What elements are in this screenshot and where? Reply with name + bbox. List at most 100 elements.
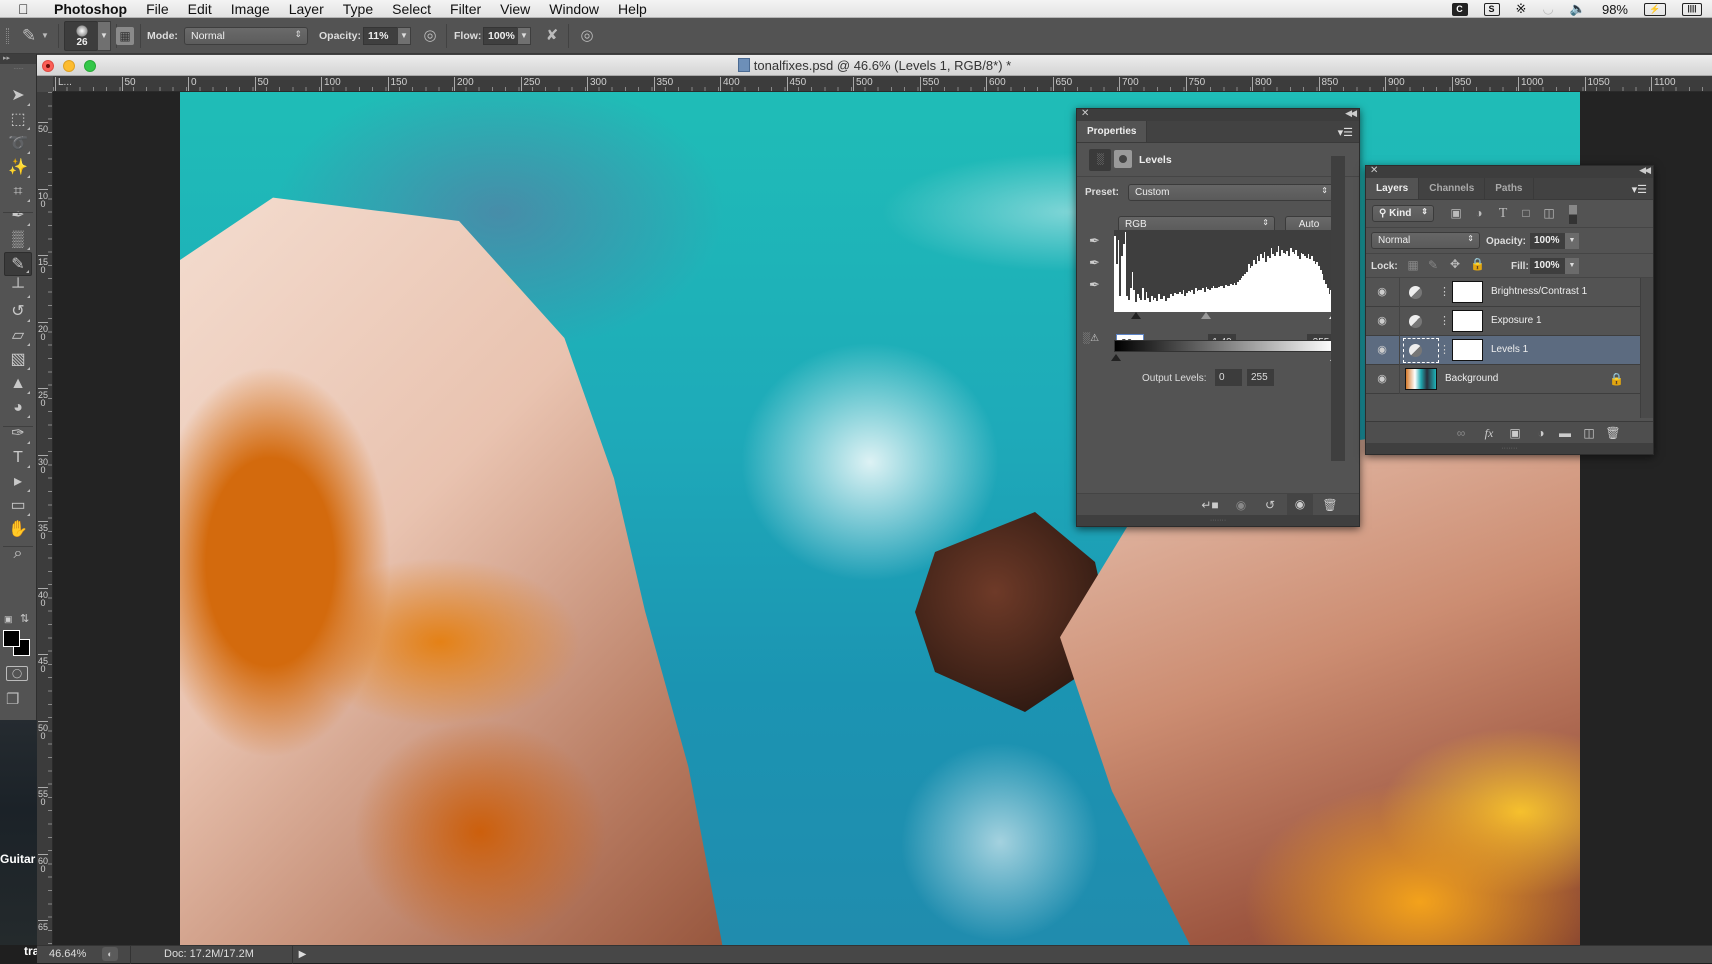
black-point-eyedropper-icon[interactable]: ✒ xyxy=(1089,233,1105,251)
layer-row-brightness-contrast[interactable]: ◉ ⋮ Brightness/Contrast 1 xyxy=(1366,278,1640,307)
menu-view[interactable]: View xyxy=(500,1,530,17)
link-chain-icon[interactable]: ⋮ xyxy=(1439,285,1450,298)
document-title-bar[interactable]: tonalfixes.psd @ 46.6% (Levels 1, RGB/8*… xyxy=(37,54,1712,76)
lock-all-icon[interactable]: 🔒 xyxy=(1470,257,1485,273)
pressure-opacity-icon[interactable]: ◎ xyxy=(421,27,439,45)
rectangle-tool[interactable]: ▭ xyxy=(4,494,32,518)
layer-name[interactable]: Brightness/Contrast 1 xyxy=(1491,286,1587,297)
tool-preset-dropdown-icon[interactable]: ▼ xyxy=(40,27,50,45)
preset-select[interactable]: Custom ⇕ xyxy=(1128,184,1334,201)
tab-layers[interactable]: Layers xyxy=(1366,178,1420,199)
window-close-button[interactable] xyxy=(42,60,54,72)
adjustment-layer-icon[interactable] xyxy=(1409,315,1422,328)
clone-stamp-tool[interactable]: ┴ xyxy=(4,276,32,300)
collapse-icon[interactable]: ◀◀ xyxy=(1639,165,1651,176)
input-levels-slider[interactable] xyxy=(1114,312,1339,320)
ruler-origin[interactable] xyxy=(37,76,53,92)
panel-header[interactable]: ✕ ◀◀ xyxy=(1077,108,1359,121)
flow-field[interactable]: 100% xyxy=(483,27,519,45)
layer-mask-thumbnail[interactable] xyxy=(1452,310,1483,332)
output-black-field[interactable]: 0 xyxy=(1215,369,1242,386)
magic-wand-tool[interactable]: ✨ xyxy=(4,156,32,180)
layer-name[interactable]: Levels 1 xyxy=(1491,344,1528,355)
eraser-tool[interactable]: ▱ xyxy=(4,324,32,348)
opacity-field[interactable]: 11% xyxy=(363,27,399,45)
history-brush-tool[interactable]: ↺ xyxy=(4,300,32,324)
layer-fill-field[interactable]: 100% xyxy=(1530,258,1566,274)
path-selection-tool[interactable]: ▸ xyxy=(4,470,32,494)
delete-layer-icon[interactable]: 🗑 xyxy=(1604,425,1622,441)
tools-panel-grip[interactable]: ······ xyxy=(0,64,36,74)
layer-row-exposure[interactable]: ◉ ⋮ Exposure 1 xyxy=(1366,307,1640,336)
tab-channels[interactable]: Channels xyxy=(1419,178,1486,199)
visibility-eye-icon[interactable]: ◉ xyxy=(1374,373,1390,385)
filter-smart-object-icon[interactable]: ◫ xyxy=(1542,206,1556,222)
toggle-visibility-icon[interactable]: ◉ xyxy=(1287,494,1313,515)
layer-name[interactable]: Exposure 1 xyxy=(1491,315,1542,326)
input-black-slider[interactable] xyxy=(1131,312,1142,319)
layer-mask-icon[interactable] xyxy=(1114,150,1132,168)
shield-s-icon[interactable]: S xyxy=(1483,2,1500,16)
new-group-folder-icon[interactable]: ▬ xyxy=(1556,425,1574,441)
share-image-icon[interactable]: ◐ xyxy=(102,947,118,961)
panel-resize-grip[interactable]: ······· xyxy=(1366,443,1653,454)
options-bar-grip[interactable] xyxy=(6,28,9,44)
volume-icon[interactable]: 🔈 xyxy=(1570,1,1586,17)
battery-icon[interactable]: |||| xyxy=(1682,2,1702,16)
blend-mode-select[interactable]: Normal ⇕ xyxy=(1371,232,1480,249)
menu-help[interactable]: Help xyxy=(618,1,647,17)
brush-icon[interactable]: ✎ xyxy=(20,27,38,45)
wifi-icon[interactable]: ◡ xyxy=(1542,1,1553,17)
menu-window[interactable]: Window xyxy=(549,1,599,17)
brush-tool[interactable]: ✎ xyxy=(4,252,32,276)
window-zoom-button[interactable] xyxy=(84,60,96,72)
bluetooth-icon[interactable]: ※ xyxy=(1516,1,1527,17)
visibility-eye-icon[interactable]: ◉ xyxy=(1374,315,1390,327)
tools-collapse-icon[interactable]: ▸▸ xyxy=(0,54,36,64)
adjustment-layer-icon[interactable] xyxy=(1409,286,1422,299)
layer-name[interactable]: Background xyxy=(1445,373,1498,384)
panel-resize-grip[interactable]: ······· xyxy=(1077,515,1359,526)
apple-icon[interactable]:  xyxy=(18,1,36,17)
screen-mode-icon[interactable]: ❐ xyxy=(6,690,30,708)
output-black-slider[interactable] xyxy=(1111,354,1121,361)
link-layers-icon[interactable]: ∞ xyxy=(1452,425,1470,441)
tab-paths[interactable]: Paths xyxy=(1485,178,1534,199)
layer-style-fx-icon[interactable]: fx xyxy=(1480,425,1498,441)
view-previous-state-icon[interactable]: ◉ xyxy=(1232,497,1250,513)
swap-colors-icon[interactable]: ⇅ xyxy=(20,612,29,625)
levels-adjustment-icon[interactable]: ░ xyxy=(1089,149,1111,171)
brush-preset-dropdown[interactable]: ▼ xyxy=(97,21,111,51)
blur-tool[interactable]: ▲ xyxy=(4,372,32,396)
spot-healing-tool[interactable]: ▒ xyxy=(4,228,32,252)
opacity-dropdown[interactable]: ▼ xyxy=(397,27,411,45)
layer-mask-thumbnail[interactable] xyxy=(1452,339,1483,361)
dodge-tool[interactable]: ◕ xyxy=(4,396,32,420)
menu-app-photoshop[interactable]: Photoshop xyxy=(54,1,127,17)
filter-toggle-switch[interactable] xyxy=(1569,205,1577,224)
crop-tool[interactable]: ⌗ xyxy=(4,180,32,204)
menu-type[interactable]: Type xyxy=(343,1,373,17)
panel-header[interactable]: ✕ ◀◀ xyxy=(1366,165,1653,178)
delete-adjustment-icon[interactable]: 🗑 xyxy=(1321,497,1339,513)
visibility-eye-icon[interactable]: ◉ xyxy=(1374,344,1390,356)
menu-image[interactable]: Image xyxy=(231,1,270,17)
pressure-size-icon[interactable]: ◎ xyxy=(578,27,596,45)
filter-type-icon[interactable]: T xyxy=(1496,206,1510,222)
filter-kind-select[interactable]: ⚲ Kind ⇕ xyxy=(1372,205,1434,222)
lock-position-icon[interactable]: ✥ xyxy=(1448,257,1462,273)
horizontal-ruler[interactable]: L... 50 0 50 100 150 200 250 300 350 400 450 500 550 6… xyxy=(53,76,1712,92)
layers-scrollbar[interactable] xyxy=(1640,278,1653,418)
menu-select[interactable]: Select xyxy=(392,1,431,17)
flow-dropdown[interactable]: ▼ xyxy=(517,27,531,45)
lock-image-icon[interactable]: ✎ xyxy=(1426,258,1440,274)
menu-layer[interactable]: Layer xyxy=(289,1,324,17)
filter-shape-icon[interactable]: □ xyxy=(1519,206,1533,222)
panel-menu-icon[interactable]: ▾☰ xyxy=(1338,126,1353,139)
close-icon[interactable]: ✕ xyxy=(1370,165,1378,176)
properties-scrollbar[interactable] xyxy=(1331,156,1345,461)
new-adjustment-layer-icon[interactable]: ◑ xyxy=(1532,425,1550,441)
clipping-warning-icon[interactable]: ░⚠ xyxy=(1083,333,1099,344)
airbrush-icon[interactable]: ✘ xyxy=(543,27,561,45)
close-icon[interactable]: ✕ xyxy=(1081,108,1089,119)
